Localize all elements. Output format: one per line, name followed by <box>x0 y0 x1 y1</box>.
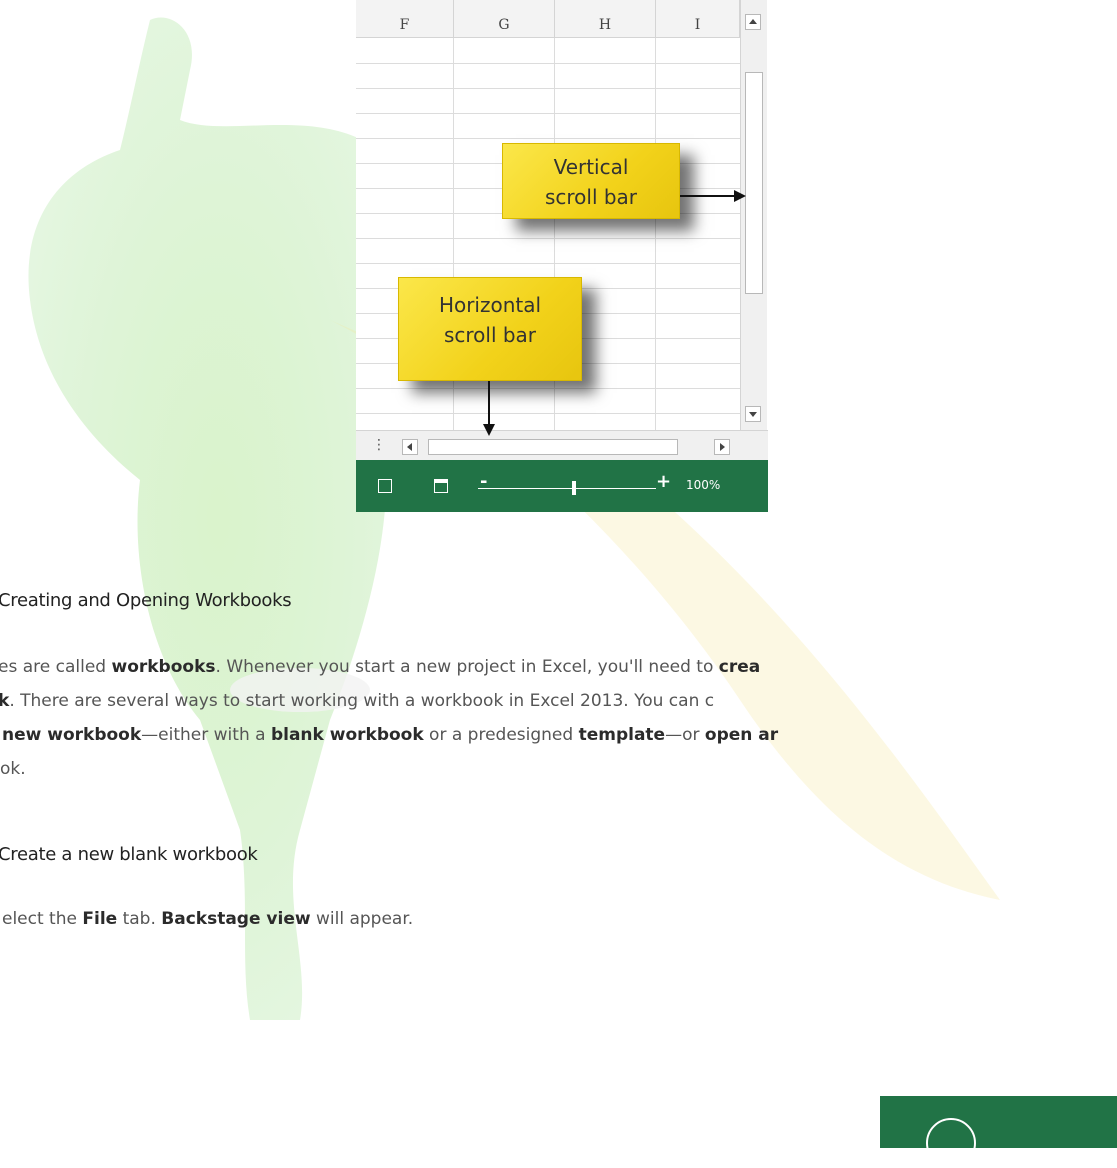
bold-term-new-workbook: new workbook <box>2 725 142 745</box>
text-run: will appear. <box>310 909 414 929</box>
text-run: or a predesigned <box>423 725 579 745</box>
bold-term-fragment: k <box>0 691 10 711</box>
callout-vertical-scroll-bar: Vertical scroll bar <box>502 143 680 219</box>
sheet-tab-splitter-icon[interactable]: ⋮ <box>372 437 386 453</box>
column-header-i[interactable]: I <box>656 0 740 37</box>
status-bar: - + 100% <box>356 460 768 512</box>
subheading: Create a new blank workbook <box>0 844 258 865</box>
step-1: elect the File tab. Backstage view will … <box>2 902 1117 936</box>
bold-term-open: open ar <box>704 725 779 745</box>
text-run: elect the <box>2 909 83 929</box>
page-layout-view-icon[interactable] <box>434 479 448 493</box>
bold-term-template: template <box>578 725 666 745</box>
callout-horizontal-line1: Horizontal <box>438 293 542 317</box>
scroll-up-button[interactable] <box>745 14 761 30</box>
bold-term-blank-workbook: blank workbook <box>270 725 424 745</box>
horizontal-scroll-area: ⋮ <box>356 430 768 461</box>
section-heading: Creating and Opening Workbooks <box>0 590 292 611</box>
excel-screenshot: F G H I ⋮ - + 100% <box>356 0 768 512</box>
arrow-up-icon <box>749 19 757 24</box>
horizontal-scroll-thumb[interactable] <box>428 439 678 455</box>
callout-horizontal-scroll-bar: Horizontal scroll bar <box>398 277 582 381</box>
callout-horizontal-line2: scroll bar <box>443 323 537 347</box>
zoom-level[interactable]: 100% <box>686 478 720 492</box>
arrow-left-icon <box>407 443 412 451</box>
text-run: tab. <box>117 909 162 929</box>
bold-term-file: File <box>82 909 118 929</box>
zoom-slider-thumb[interactable] <box>572 481 576 495</box>
scroll-left-button[interactable] <box>402 439 418 455</box>
scroll-down-button[interactable] <box>745 406 761 422</box>
zoom-slider[interactable] <box>478 488 656 489</box>
bold-term-backstage-view: Backstage view <box>161 909 311 929</box>
column-header-h[interactable]: H <box>555 0 656 37</box>
backstage-back-tile[interactable] <box>880 1096 1117 1168</box>
text-run: es are called <box>0 657 112 677</box>
text-run: —either with a <box>141 725 271 745</box>
back-arrow-circle-icon[interactable] <box>926 1118 976 1168</box>
text-run: . Whenever you start a new project in Ex… <box>215 657 719 677</box>
vertical-scroll-bar[interactable] <box>740 0 767 430</box>
column-header-f[interactable]: F <box>356 0 454 37</box>
scroll-right-button[interactable] <box>714 439 730 455</box>
zoom-in-icon[interactable]: + <box>656 471 671 492</box>
bold-term-workbooks: workbooks <box>111 657 216 677</box>
paragraph-line-3: new workbook—either with a blank workboo… <box>2 718 1117 752</box>
column-header-row: F G H I <box>356 0 744 38</box>
text-run: . There are several ways to start workin… <box>9 691 715 711</box>
column-header-g[interactable]: G <box>454 0 555 37</box>
arrow-right-icon <box>720 443 725 451</box>
bold-term-create: crea <box>718 657 761 677</box>
arrow-down-icon <box>749 412 757 417</box>
callout-vertical-line1: Vertical <box>553 155 629 179</box>
text-run: —or <box>665 725 705 745</box>
callout-vertical-line2: scroll bar <box>544 185 638 209</box>
paragraph-line-2: k. There are several ways to start worki… <box>0 684 1115 718</box>
paragraph-line-1: es are called workbooks. Whenever you st… <box>0 650 1115 684</box>
vertical-scroll-thumb[interactable] <box>745 72 763 294</box>
paragraph-line-4: ok. <box>0 759 26 779</box>
normal-view-icon[interactable] <box>378 479 392 493</box>
